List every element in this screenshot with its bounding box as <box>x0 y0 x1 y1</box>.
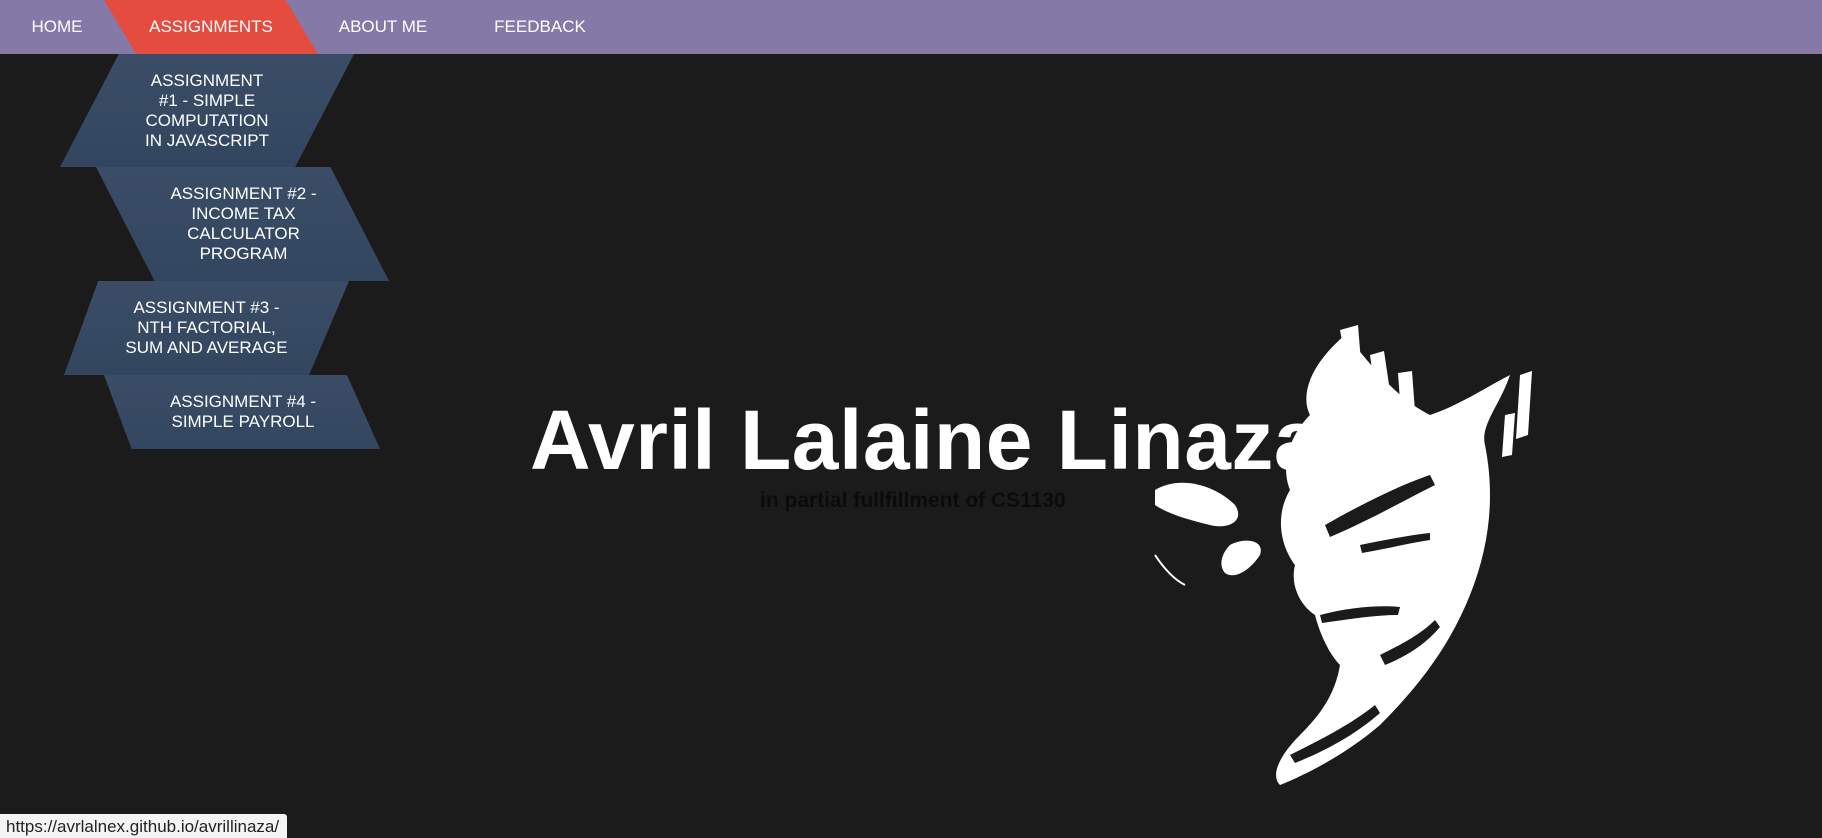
nav-home-link[interactable]: HOME <box>0 0 114 54</box>
anime-character-silhouette-icon <box>1154 325 1532 785</box>
nav-feedback-link[interactable]: FEEDBACK <box>474 0 606 54</box>
nav-feedback-label: FEEDBACK <box>494 17 586 36</box>
dropdown-item-label: ASSIGNMENT #1 - SIMPLE COMPUTATION IN JA… <box>144 70 270 150</box>
nav-home-label: HOME <box>31 17 83 36</box>
nav-assignments-label: ASSIGNMENTS <box>149 17 273 36</box>
status-bar-url: https://avrlalnex.github.io/avrillinaza/ <box>0 814 288 838</box>
hero-subtitle: in partial fullfillment of CS1130 <box>760 489 1066 512</box>
page: HOME ASSIGNMENTS ABOUT ME FEEDBACK ASSIG… <box>0 0 1822 838</box>
dropdown-item-label: ASSIGNMENT #2 - INCOME TAX CALCULATOR PR… <box>170 184 317 263</box>
top-navigation-bar: HOME ASSIGNMENTS ABOUT ME FEEDBACK <box>0 0 1822 54</box>
nav-assignments-link[interactable]: ASSIGNMENTS <box>104 0 318 54</box>
dropdown-item-assignment-1[interactable]: ASSIGNMENT #1 - SIMPLE COMPUTATION IN JA… <box>60 54 354 167</box>
nav-about-me-link[interactable]: ABOUT ME <box>318 0 448 54</box>
dropdown-item-label: ASSIGNMENT #3 - NTH FACTORIAL, SUM AND A… <box>125 298 288 357</box>
dropdown-item-assignment-2[interactable]: ASSIGNMENT #2 - INCOME TAX CALCULATOR PR… <box>96 167 389 281</box>
dropdown-item-assignment-3[interactable]: ASSIGNMENT #3 - NTH FACTORIAL, SUM AND A… <box>64 281 349 375</box>
dropdown-item-assignment-4[interactable]: ASSIGNMENT #4 - SIMPLE PAYROLL <box>104 375 380 449</box>
dropdown-item-label: ASSIGNMENT #4 - SIMPLE PAYROLL <box>169 392 317 431</box>
hero-title: Avril Lalaine Linaza <box>530 393 1322 487</box>
nav-about-me-label: ABOUT ME <box>338 17 428 36</box>
